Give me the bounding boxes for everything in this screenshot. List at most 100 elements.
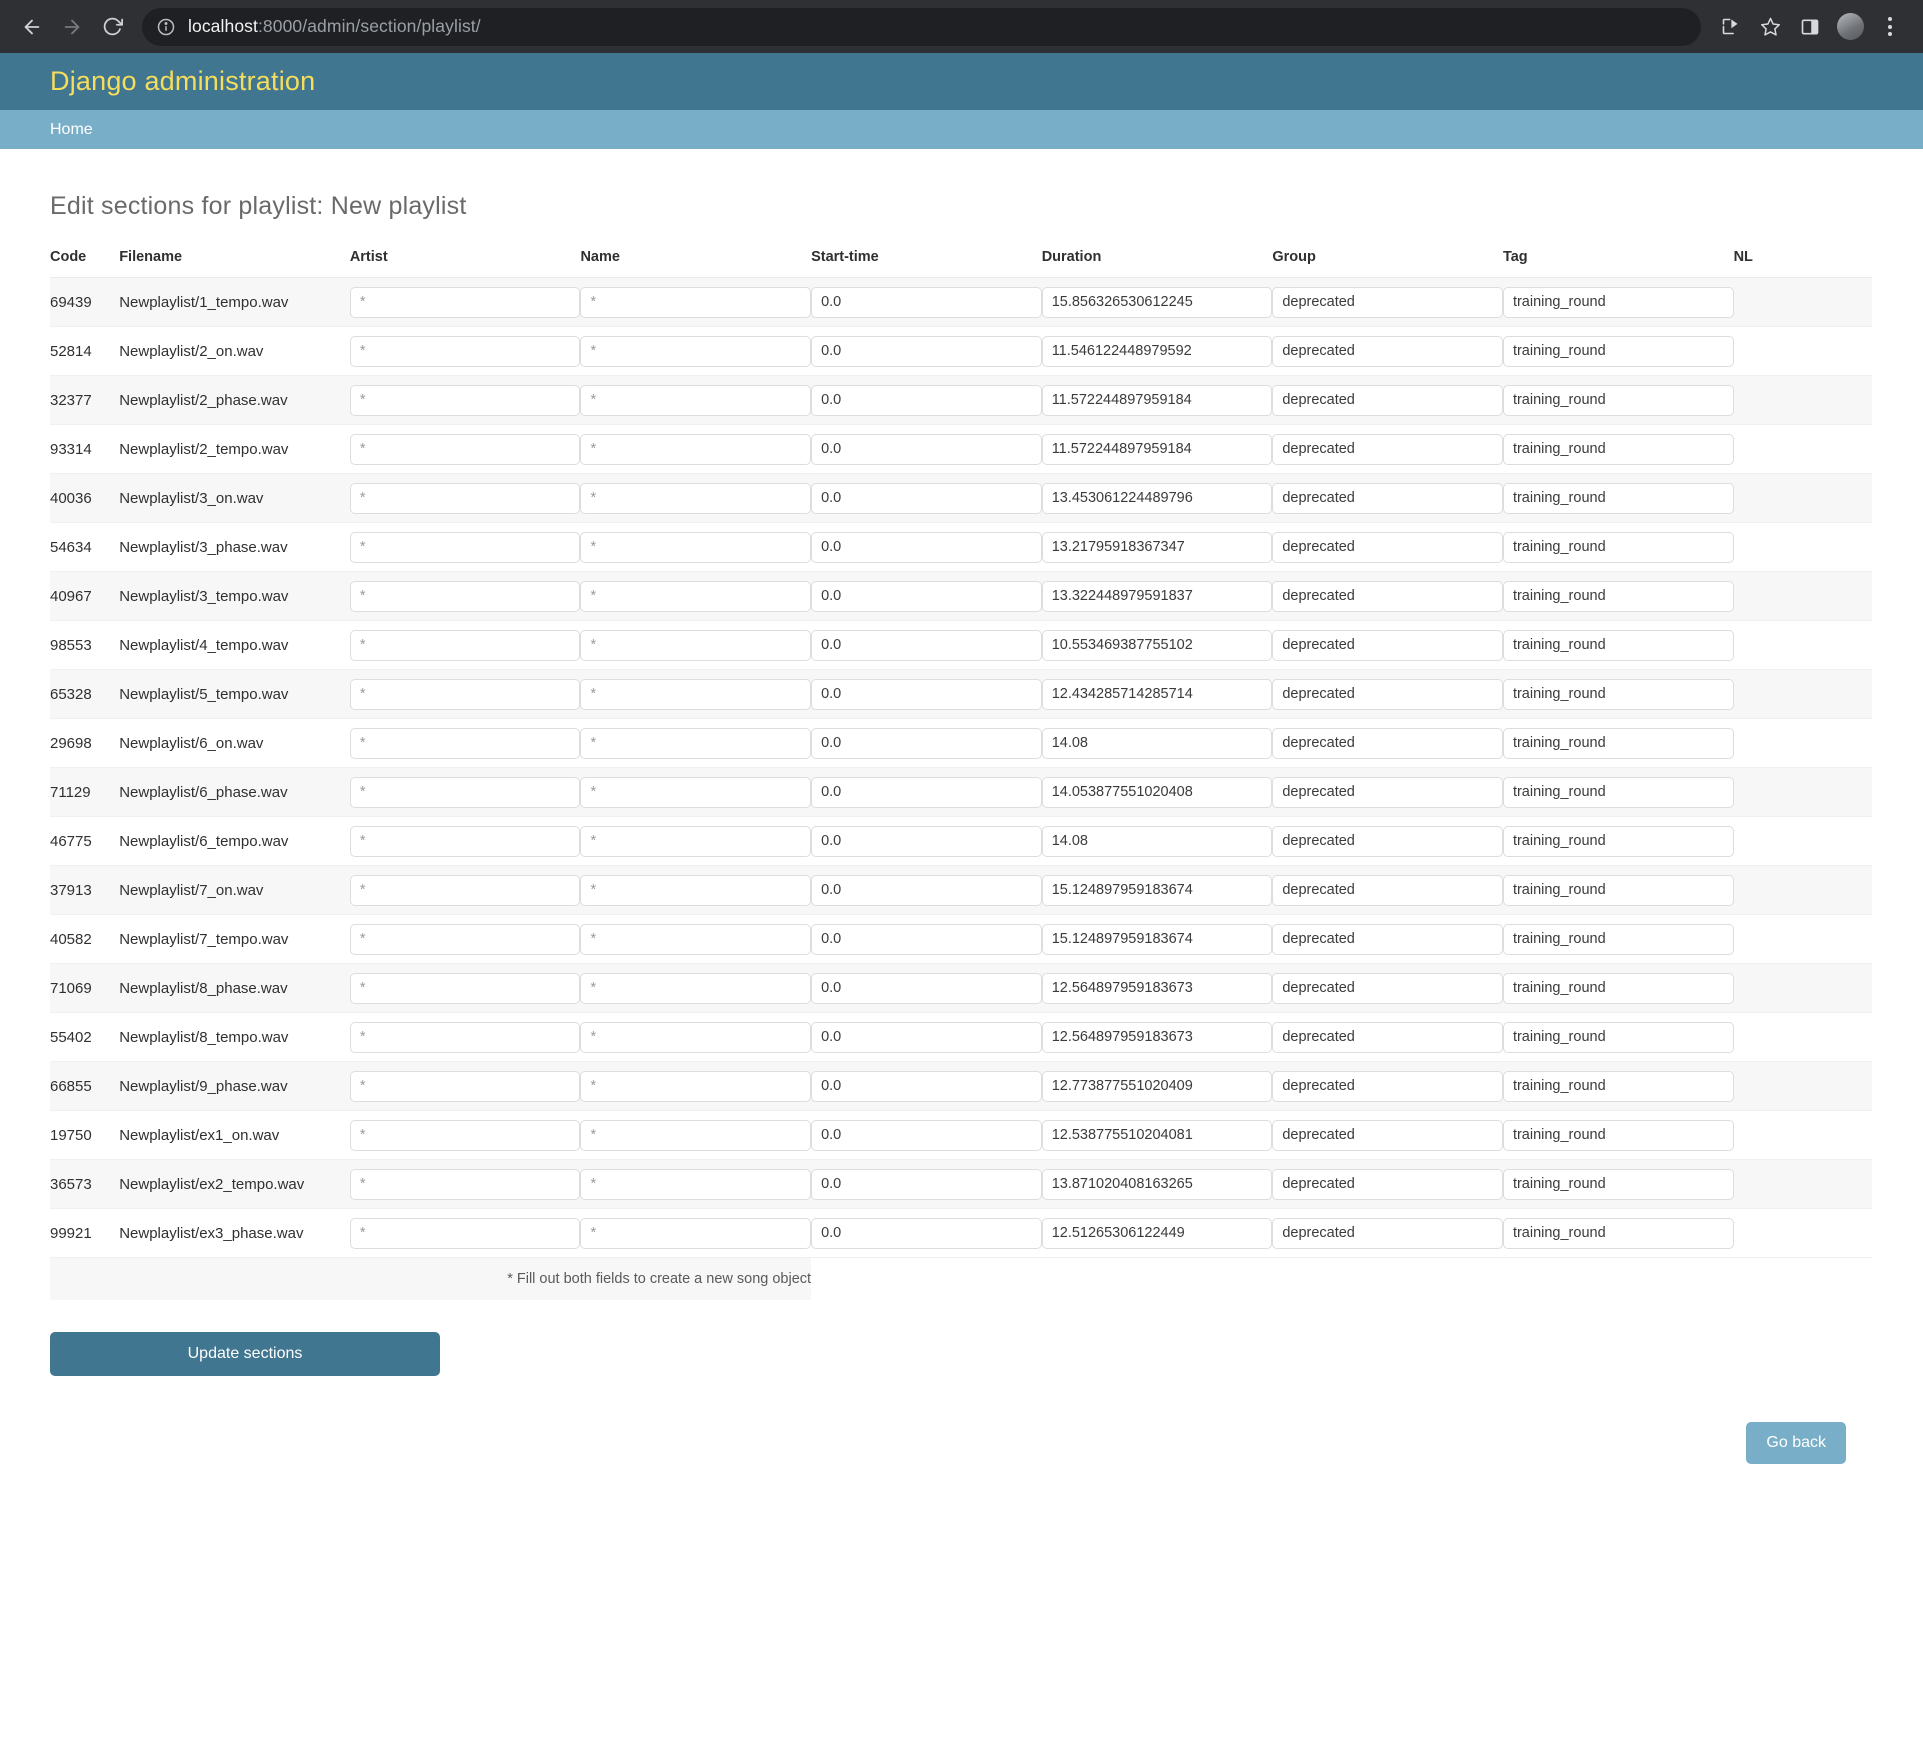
start-time-input[interactable]: [811, 874, 1042, 906]
artist-input[interactable]: [349, 1168, 581, 1200]
name-input[interactable]: [580, 531, 812, 563]
name-input[interactable]: [580, 1217, 812, 1249]
tag-input[interactable]: [1502, 1217, 1734, 1249]
duration-input[interactable]: [1041, 384, 1273, 416]
tag-input[interactable]: [1502, 825, 1734, 857]
side-panel-icon[interactable]: [1791, 8, 1829, 46]
artist-input[interactable]: [349, 678, 581, 710]
duration-input[interactable]: [1041, 874, 1273, 906]
group-input[interactable]: [1272, 874, 1503, 906]
group-input[interactable]: [1272, 825, 1503, 857]
name-input[interactable]: [580, 580, 812, 612]
duration-input[interactable]: [1041, 433, 1273, 465]
duration-input[interactable]: [1041, 727, 1273, 759]
group-input[interactable]: [1272, 972, 1503, 1004]
name-input[interactable]: [580, 972, 812, 1004]
name-input[interactable]: [580, 629, 812, 661]
artist-input[interactable]: [349, 727, 581, 759]
duration-input[interactable]: [1041, 1021, 1273, 1053]
tag-input[interactable]: [1502, 1119, 1734, 1151]
artist-input[interactable]: [349, 384, 581, 416]
name-input[interactable]: [580, 1021, 812, 1053]
duration-input[interactable]: [1041, 286, 1273, 318]
name-input[interactable]: [580, 776, 812, 808]
group-input[interactable]: [1272, 286, 1503, 318]
reload-icon[interactable]: [94, 9, 130, 45]
artist-input[interactable]: [349, 874, 581, 906]
group-input[interactable]: [1272, 384, 1503, 416]
duration-input[interactable]: [1041, 825, 1273, 857]
start-time-input[interactable]: [811, 727, 1042, 759]
tag-input[interactable]: [1502, 874, 1734, 906]
tag-input[interactable]: [1502, 286, 1734, 318]
artist-input[interactable]: [349, 1217, 581, 1249]
duration-input[interactable]: [1041, 776, 1273, 808]
start-time-input[interactable]: [811, 629, 1042, 661]
start-time-input[interactable]: [811, 1119, 1042, 1151]
name-input[interactable]: [580, 1119, 812, 1151]
name-input[interactable]: [580, 335, 812, 367]
tag-input[interactable]: [1502, 384, 1734, 416]
group-input[interactable]: [1272, 1021, 1503, 1053]
duration-input[interactable]: [1041, 923, 1273, 955]
group-input[interactable]: [1272, 776, 1503, 808]
artist-input[interactable]: [349, 776, 581, 808]
start-time-input[interactable]: [811, 335, 1042, 367]
address-bar[interactable]: localhost:8000/admin/section/playlist/: [142, 7, 1701, 46]
name-input[interactable]: [580, 678, 812, 710]
star-icon[interactable]: [1751, 8, 1789, 46]
tag-input[interactable]: [1502, 678, 1734, 710]
duration-input[interactable]: [1041, 1070, 1273, 1102]
group-input[interactable]: [1272, 1119, 1503, 1151]
tag-input[interactable]: [1502, 727, 1734, 759]
duration-input[interactable]: [1041, 1119, 1273, 1151]
artist-input[interactable]: [349, 1070, 581, 1102]
group-input[interactable]: [1272, 433, 1503, 465]
artist-input[interactable]: [349, 923, 581, 955]
go-back-button[interactable]: Go back: [1746, 1421, 1846, 1464]
name-input[interactable]: [580, 1168, 812, 1200]
tag-input[interactable]: [1502, 335, 1734, 367]
back-icon[interactable]: [14, 9, 50, 45]
name-input[interactable]: [580, 727, 812, 759]
start-time-input[interactable]: [811, 972, 1042, 1004]
duration-input[interactable]: [1041, 580, 1273, 612]
duration-input[interactable]: [1041, 629, 1273, 661]
group-input[interactable]: [1272, 923, 1503, 955]
tag-input[interactable]: [1502, 1168, 1734, 1200]
duration-input[interactable]: [1041, 531, 1273, 563]
artist-input[interactable]: [349, 286, 581, 318]
name-input[interactable]: [580, 482, 812, 514]
group-input[interactable]: [1272, 1168, 1503, 1200]
name-input[interactable]: [580, 825, 812, 857]
tag-input[interactable]: [1502, 531, 1734, 563]
group-input[interactable]: [1272, 1070, 1503, 1102]
name-input[interactable]: [580, 874, 812, 906]
artist-input[interactable]: [349, 531, 581, 563]
tag-input[interactable]: [1502, 580, 1734, 612]
duration-input[interactable]: [1041, 335, 1273, 367]
name-input[interactable]: [580, 923, 812, 955]
name-input[interactable]: [580, 1070, 812, 1102]
duration-input[interactable]: [1041, 972, 1273, 1004]
start-time-input[interactable]: [811, 1168, 1042, 1200]
name-input[interactable]: [580, 384, 812, 416]
start-time-input[interactable]: [811, 825, 1042, 857]
duration-input[interactable]: [1041, 1217, 1273, 1249]
update-sections-button[interactable]: Update sections: [50, 1331, 440, 1376]
name-input[interactable]: [580, 433, 812, 465]
duration-input[interactable]: [1041, 1168, 1273, 1200]
share-icon[interactable]: [1711, 8, 1749, 46]
start-time-input[interactable]: [811, 531, 1042, 563]
start-time-input[interactable]: [811, 433, 1042, 465]
artist-input[interactable]: [349, 433, 581, 465]
duration-input[interactable]: [1041, 482, 1273, 514]
group-input[interactable]: [1272, 482, 1503, 514]
start-time-input[interactable]: [811, 482, 1042, 514]
tag-input[interactable]: [1502, 433, 1734, 465]
start-time-input[interactable]: [811, 923, 1042, 955]
start-time-input[interactable]: [811, 286, 1042, 318]
breadcrumb-home-link[interactable]: Home: [50, 121, 93, 139]
artist-input[interactable]: [349, 1021, 581, 1053]
kebab-menu-icon[interactable]: [1871, 8, 1909, 46]
